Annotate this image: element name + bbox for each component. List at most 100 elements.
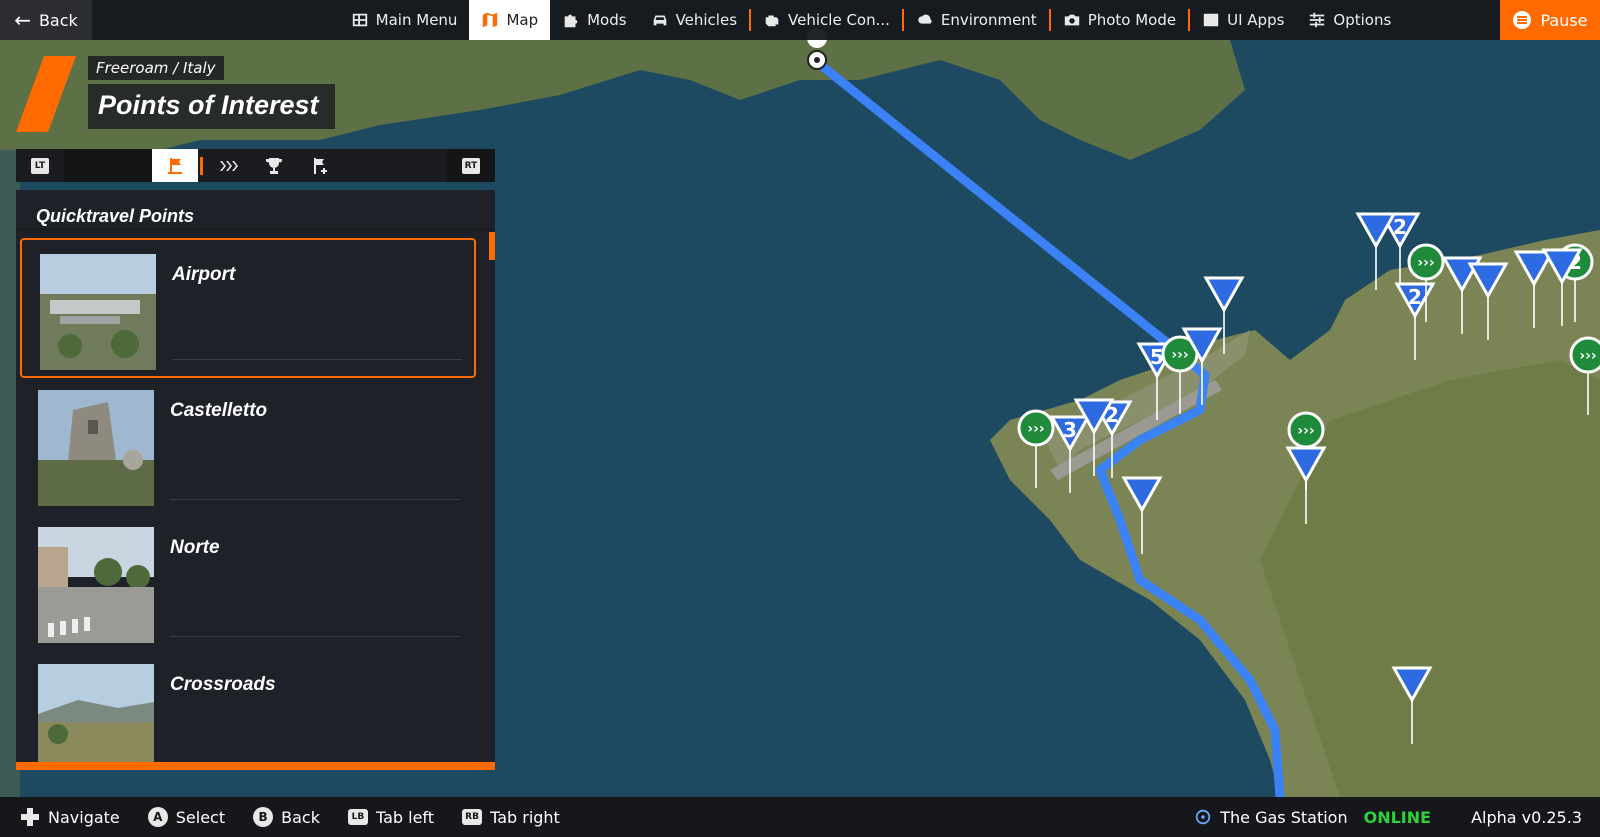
online-status: ONLINE [1363,807,1432,827]
rt-key-icon: RT [462,157,480,174]
server-name: The Gas Station [1220,807,1348,827]
page-title: Points of Interest [88,84,335,129]
poi-item-crossroads[interactable]: Crossroads [20,650,476,770]
hint-label: Select [175,807,226,827]
poi-thumbnail [40,254,156,370]
engine-icon [765,15,779,27]
nav-item-options[interactable]: Options [1296,0,1403,40]
hint-label: Navigate [48,807,120,827]
rb-button-icon: RB [462,809,483,825]
tab-spacer [64,149,152,182]
main-nav: Main Menu Map Mods Vehicles Vehicle Con... En… [242,0,1500,40]
tab-quicktravel[interactable] [152,149,198,182]
quicktravel-flag-icon [168,157,182,174]
camera-icon [1064,14,1079,26]
chevrons-icon: ››› [1171,347,1188,363]
brand-slash-icon [16,56,76,132]
nav-label: Map [506,11,539,29]
marker-number: 3 [1063,418,1077,442]
item-divider [170,499,460,500]
arrow-left-icon: ← [14,8,31,32]
add-flag-icon [314,157,327,174]
back-label: Back [38,10,78,30]
hint-back: B Back [253,807,320,827]
nav-item-vehicles[interactable]: Vehicles [639,0,749,40]
a-button-icon: A [147,807,168,827]
nav-label: Environment [940,11,1037,29]
top-bar: ← Back Main Menu Map Mods Vehicles Vehicle C… [0,0,1600,40]
nav-item-main-menu[interactable]: Main Menu [339,0,470,40]
b-button-icon: B [253,807,274,827]
nav-label: Options [1333,11,1392,29]
tab-custom[interactable] [297,149,343,182]
hint-select: A Select [147,807,226,827]
category-tabs: LT RT [16,149,495,182]
tab-separator [200,156,203,175]
nav-item-environment[interactable]: Environment [904,0,1049,40]
puzzle-icon [564,14,578,28]
tab-challenges[interactable] [251,149,297,182]
chevrons-icon: ››› [1297,423,1314,439]
nav-label: Vehicle Con... [788,11,890,29]
car-icon [653,15,666,26]
nav-item-ui-apps[interactable]: UI Apps [1190,0,1296,40]
marker-number: 2 [1393,215,1407,239]
item-divider [170,636,460,637]
nav-label: UI Apps [1227,11,1285,29]
server-status: The Gas Station ONLINE [1194,808,1431,827]
poi-thumbnail [38,527,154,643]
steering-wheel-icon [1196,809,1211,825]
lt-key-icon: LT [31,157,49,174]
lb-button-icon: LB [347,809,368,825]
nav-label: Photo Mode [1087,11,1177,29]
poi-label: Norte [170,537,220,558]
nav-item-map[interactable]: Map [469,0,551,40]
poi-item-norte[interactable]: Norte [20,513,476,653]
poi-thumbnail [38,390,154,506]
nav-label: Mods [587,11,627,29]
hint-label: Back [281,807,320,827]
hint-navigate: Navigate [20,807,120,827]
ui-apps-icon [1203,13,1219,27]
chevrons-icon: ››› [1579,348,1596,364]
title-divider [16,228,495,231]
tab-left-bumper[interactable]: LT [16,149,64,182]
tab-routes[interactable] [205,149,251,182]
poi-item-castelletto[interactable]: Castelletto [20,376,476,516]
version-label: Alpha v0.25.3 [1471,807,1582,827]
map-icon [483,12,498,28]
tab-right-bumper[interactable]: RT [447,149,495,182]
nav-label: Vehicles [675,11,738,29]
pause-button[interactable]: Pause [1500,0,1600,40]
poi-label: Crossroads [170,674,276,695]
hint-tab-left: LB Tab left [347,807,435,827]
panel-title: Quicktravel Points [36,206,195,226]
scroll-indicator[interactable] [489,232,495,260]
poi-panel: Quicktravel Points Airport Castelletto N… [16,190,495,770]
trophy-icon [266,157,282,174]
poi-thumbnail [38,664,154,770]
poi-label: Airport [172,264,236,285]
bottom-hint-bar: Navigate A Select B Back LB Tab left RB … [0,797,1600,837]
nav-item-mods[interactable]: Mods [550,0,638,40]
breadcrumb: Freeroam / Italy [88,56,224,80]
nav-label: Main Menu [375,11,458,29]
hint-label: Tab left [375,807,435,827]
menu-circle-icon [1513,11,1532,29]
chevrons-icon: ››› [1027,421,1044,437]
nav-item-photo-mode[interactable]: Photo Mode [1051,0,1188,40]
chevrons-icon [220,160,238,171]
hint-label: Tab right [490,807,560,827]
panel-bottom-accent [16,762,495,770]
hint-tab-right: RB Tab right [462,808,560,827]
main-menu-icon [352,13,367,27]
poi-label: Castelletto [170,400,268,421]
pause-label: Pause [1540,10,1588,30]
marker-number: 2 [1408,285,1422,309]
chevrons-icon: ››› [1417,255,1434,271]
back-button[interactable]: ← Back [0,0,92,40]
dpad-icon [21,808,39,826]
poi-item-airport[interactable]: Airport [20,238,476,378]
weather-icon [918,14,932,24]
nav-item-vehicle-con[interactable]: Vehicle Con... [751,0,902,40]
